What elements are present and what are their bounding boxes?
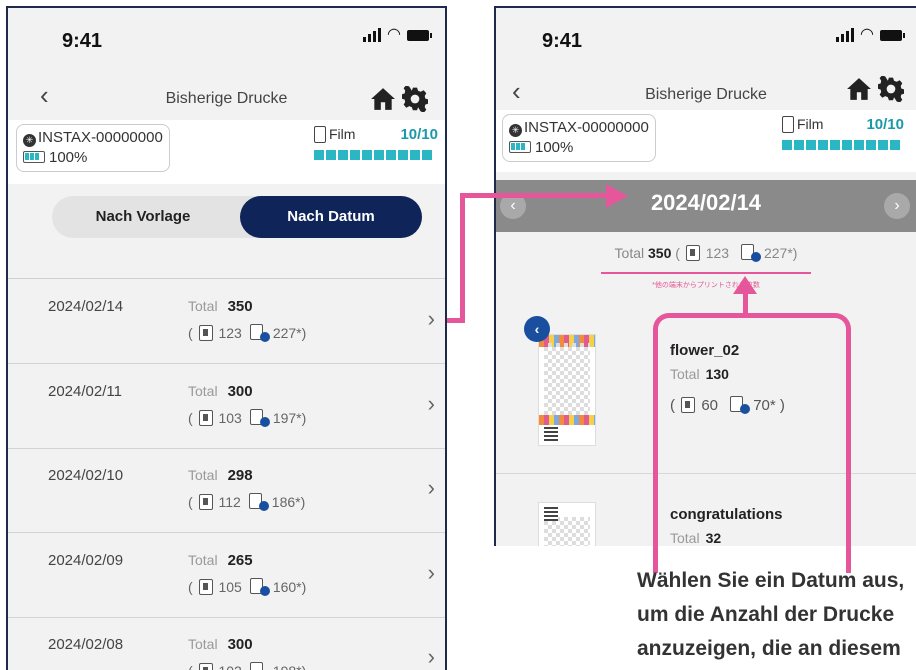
divider: [8, 278, 445, 279]
film-icon: [782, 116, 794, 133]
shared-print-icon: [249, 409, 270, 427]
arrow-up-icon: [733, 276, 757, 294]
chevron-right-icon: ›: [427, 391, 435, 416]
own-print-icon: [198, 579, 213, 595]
instruction-caption: Wählen Sie ein Datum aus, um die Anzahl …: [637, 569, 905, 660]
shared-print-icon: [249, 324, 270, 342]
own-print-icon: [198, 325, 213, 341]
film-level-bar: [782, 140, 900, 150]
status-time: 9:41: [542, 30, 583, 52]
row-date: 2024/02/10: [48, 467, 124, 484]
chevron-right-icon: ›: [427, 306, 435, 331]
date-list-row[interactable]: 2024/02/11 Total 300 ( 103 197*) ›: [8, 365, 445, 449]
shared-print-icon: [249, 578, 270, 596]
film-icon: [314, 126, 326, 143]
highlight-box: [653, 313, 851, 573]
row-date: 2024/02/11: [48, 383, 122, 400]
battery-level: 100%: [535, 139, 574, 156]
row-breakdown: ( 103 197*): [188, 409, 307, 427]
wifi-icon: ◠: [860, 26, 874, 43]
connector-line: [460, 193, 610, 198]
gear-icon[interactable]: [402, 86, 428, 112]
row-date: 2024/02/14: [48, 298, 124, 315]
own-print-icon: [685, 245, 700, 261]
nav-bar: ‹ Bisherige Drucke: [8, 70, 445, 120]
battery-level: 100%: [49, 149, 88, 166]
battery-icon: [880, 29, 905, 41]
toggle-by-date[interactable]: Nach Datum: [240, 196, 422, 238]
chevron-right-icon: ›: [427, 560, 435, 585]
view-toggle: Nach Vorlage Nach Datum: [52, 196, 422, 238]
toggle-by-template[interactable]: Nach Vorlage: [52, 196, 234, 238]
own-print-icon: [198, 663, 213, 670]
phone-screen-history-by-date: 9:41 ◠ ‹ Bisherige Drucke ✳ INSTAX-000000…: [6, 6, 447, 670]
home-icon[interactable]: [846, 76, 872, 102]
signal-icon: [836, 28, 855, 42]
film-count: 10/10: [866, 116, 904, 133]
film-label: Film: [782, 116, 823, 133]
date-list-row[interactable]: 2024/02/09 Total 265 ( 105 160*) ›: [8, 534, 445, 618]
film-level-bar: [314, 150, 432, 160]
date-header: ‹ 2024/02/14 ›: [496, 180, 916, 232]
device-name: INSTAX-00000000: [38, 129, 163, 146]
film-status: Film 10/10: [314, 126, 438, 160]
row-date: 2024/02/08: [48, 636, 124, 653]
film-status: Film 10/10: [782, 116, 904, 150]
battery-icon: [407, 29, 432, 41]
row-total: Total 265: [188, 552, 253, 569]
template-thumbnail: [538, 502, 596, 546]
date-summary: Total 350 ( 123 227*): [614, 244, 798, 262]
date-list-row[interactable]: 2024/02/08 Total300 ( 102198*) ›: [8, 618, 445, 670]
row-breakdown: ( 105 160*): [188, 578, 307, 596]
date-list-row[interactable]: 2024/02/14 Total 350 ( 123 227*) ›: [8, 280, 445, 364]
own-print-icon: [198, 494, 213, 510]
row-total: Total 298: [188, 467, 253, 484]
summary-underline: [601, 272, 811, 274]
connector-line: [460, 193, 465, 323]
status-bar: 9:41 ◠: [8, 8, 445, 68]
shared-print-icon: [740, 244, 761, 262]
status-time: 9:41: [62, 30, 103, 52]
printer-battery-icon: [509, 141, 531, 153]
status-bar: 9:41 ◠: [496, 8, 916, 68]
row-total: Total 350: [188, 298, 253, 315]
film-label: Film: [314, 126, 355, 143]
status-icons: ◠: [363, 26, 432, 43]
film-count: 10/10: [400, 126, 438, 143]
row-date: 2024/02/09: [48, 552, 124, 569]
device-status: ✳ INSTAX-00000000 100% Film 10/10: [8, 120, 445, 184]
device-info-box: ✳ INSTAX-00000000 100%: [502, 114, 656, 162]
gear-icon[interactable]: [878, 76, 904, 102]
row-breakdown: ( 123 227*): [188, 324, 307, 342]
device-info-box: ✳ INSTAX-00000000 100%: [16, 124, 170, 172]
arrow-right-icon: [606, 184, 628, 208]
row-total: Total 300: [188, 383, 253, 400]
device-status: ✳ INSTAX-00000000 100% Film 10/10: [496, 110, 916, 172]
chevron-right-icon: ›: [427, 475, 435, 500]
device-name: INSTAX-00000000: [524, 119, 649, 136]
own-print-icon: [198, 410, 213, 426]
bluetooth-icon: ✳: [23, 134, 36, 147]
row-breakdown: ( 102198*): [188, 662, 306, 670]
chevron-right-icon: ›: [427, 644, 435, 669]
shared-note: *他の端末からプリントされた枚数: [652, 282, 760, 289]
home-icon[interactable]: [370, 86, 396, 112]
bluetooth-icon: ✳: [509, 124, 522, 137]
template-thumbnail: [538, 334, 596, 446]
date-list-row[interactable]: 2024/02/10 Total 298 ( 112 186*) ›: [8, 449, 445, 533]
status-icons: ◠: [836, 26, 905, 43]
signal-icon: [363, 28, 382, 42]
wifi-icon: ◠: [387, 26, 401, 43]
row-total: Total 300: [188, 636, 253, 653]
next-date-button[interactable]: ›: [884, 193, 910, 219]
row-breakdown: ( 112 186*): [188, 493, 306, 511]
shared-print-icon: [249, 662, 270, 670]
shared-print-icon: [248, 493, 269, 511]
printer-battery-icon: [23, 151, 45, 163]
nav-bar: ‹ Bisherige Drucke: [496, 66, 916, 116]
share-icon: ‹: [524, 316, 550, 342]
